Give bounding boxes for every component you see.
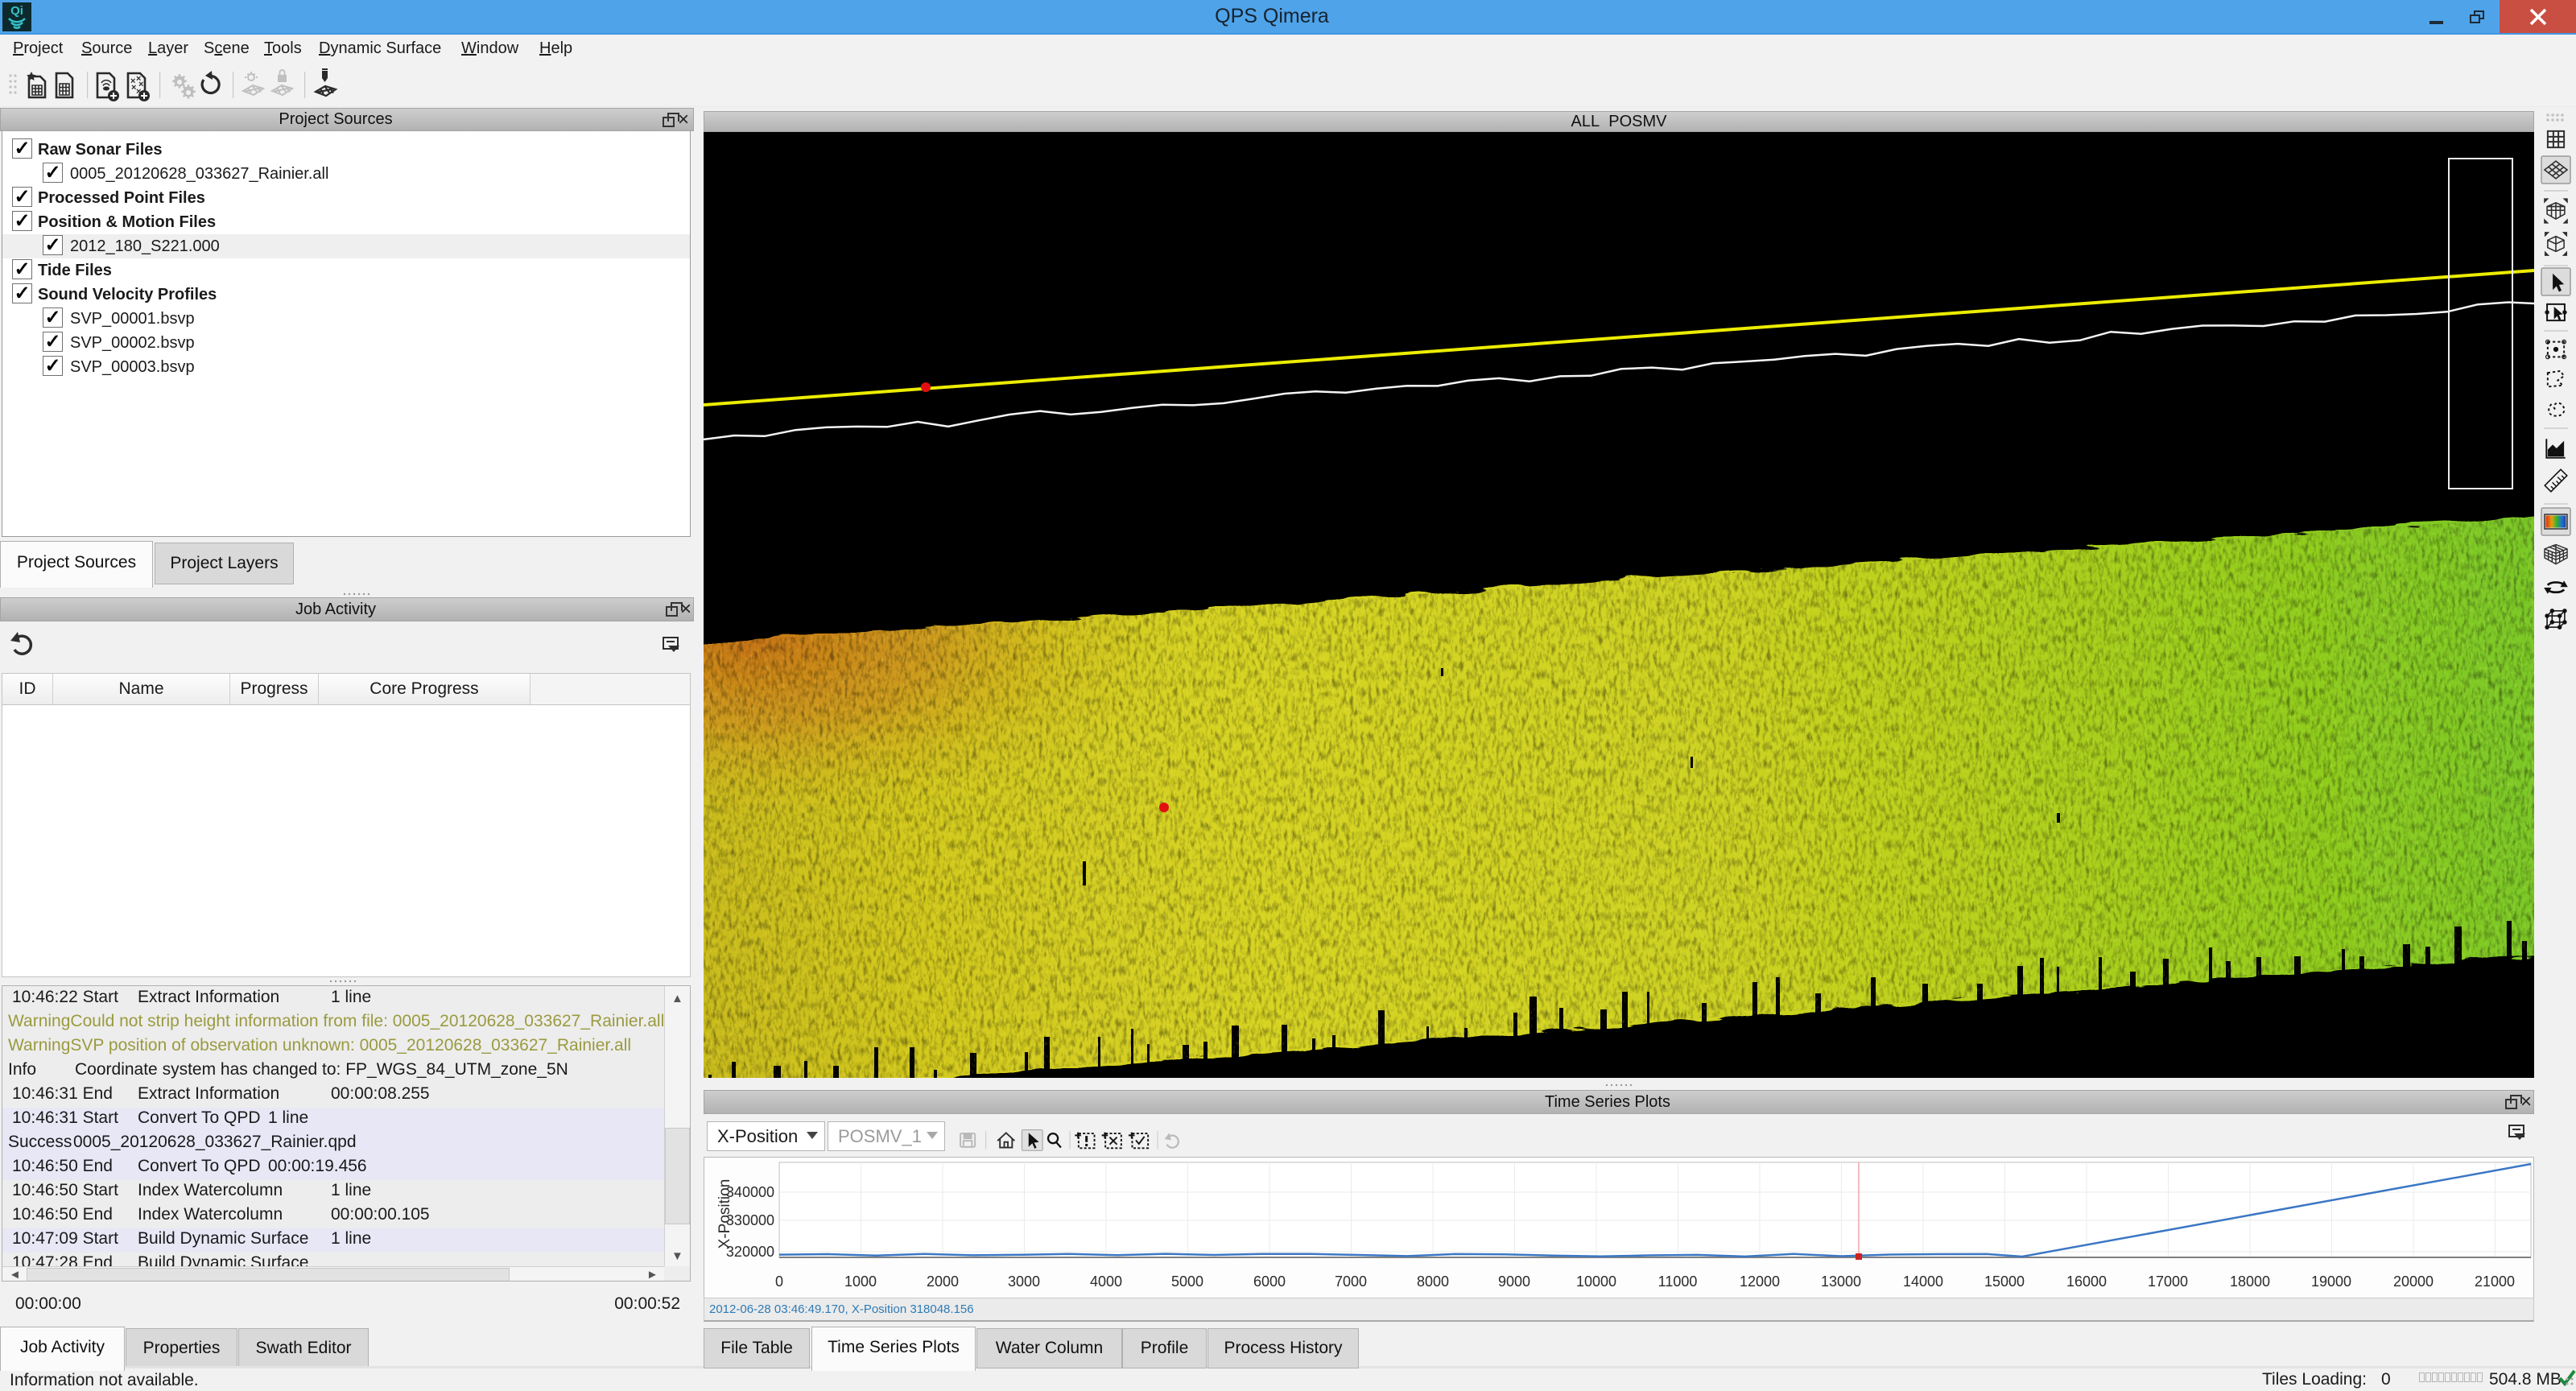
svg-text:Qi: Qi [10, 4, 23, 18]
svg-text:15000: 15000 [1984, 1273, 2025, 1290]
svg-text:2000: 2000 [927, 1273, 959, 1290]
svg-text:9000: 9000 [1498, 1273, 1530, 1290]
svg-text:20000: 20000 [2393, 1273, 2434, 1290]
svg-text:11000: 11000 [1658, 1273, 1698, 1290]
svg-text:8000: 8000 [1417, 1273, 1449, 1290]
svg-text:3000: 3000 [1008, 1273, 1040, 1290]
svg-text:19000: 19000 [2311, 1273, 2351, 1290]
svg-text:10000: 10000 [1576, 1273, 1616, 1290]
svg-text:X-Position: X-Position [716, 1179, 733, 1249]
svg-text:14000: 14000 [1903, 1273, 1943, 1290]
svg-text:4000: 4000 [1090, 1273, 1122, 1290]
svg-text:5000: 5000 [1171, 1273, 1203, 1290]
svg-text:6000: 6000 [1253, 1273, 1286, 1290]
svg-text:13000: 13000 [1821, 1273, 1861, 1290]
svg-text:1000: 1000 [844, 1273, 877, 1290]
svg-text:18000: 18000 [2230, 1273, 2270, 1290]
svg-text:12000: 12000 [1740, 1273, 1780, 1290]
svg-text:17000: 17000 [2148, 1273, 2188, 1290]
svg-text:21000: 21000 [2475, 1273, 2515, 1290]
svg-text:0: 0 [775, 1273, 783, 1290]
svg-text:7000: 7000 [1335, 1273, 1367, 1290]
svg-text:16000: 16000 [2066, 1273, 2107, 1290]
